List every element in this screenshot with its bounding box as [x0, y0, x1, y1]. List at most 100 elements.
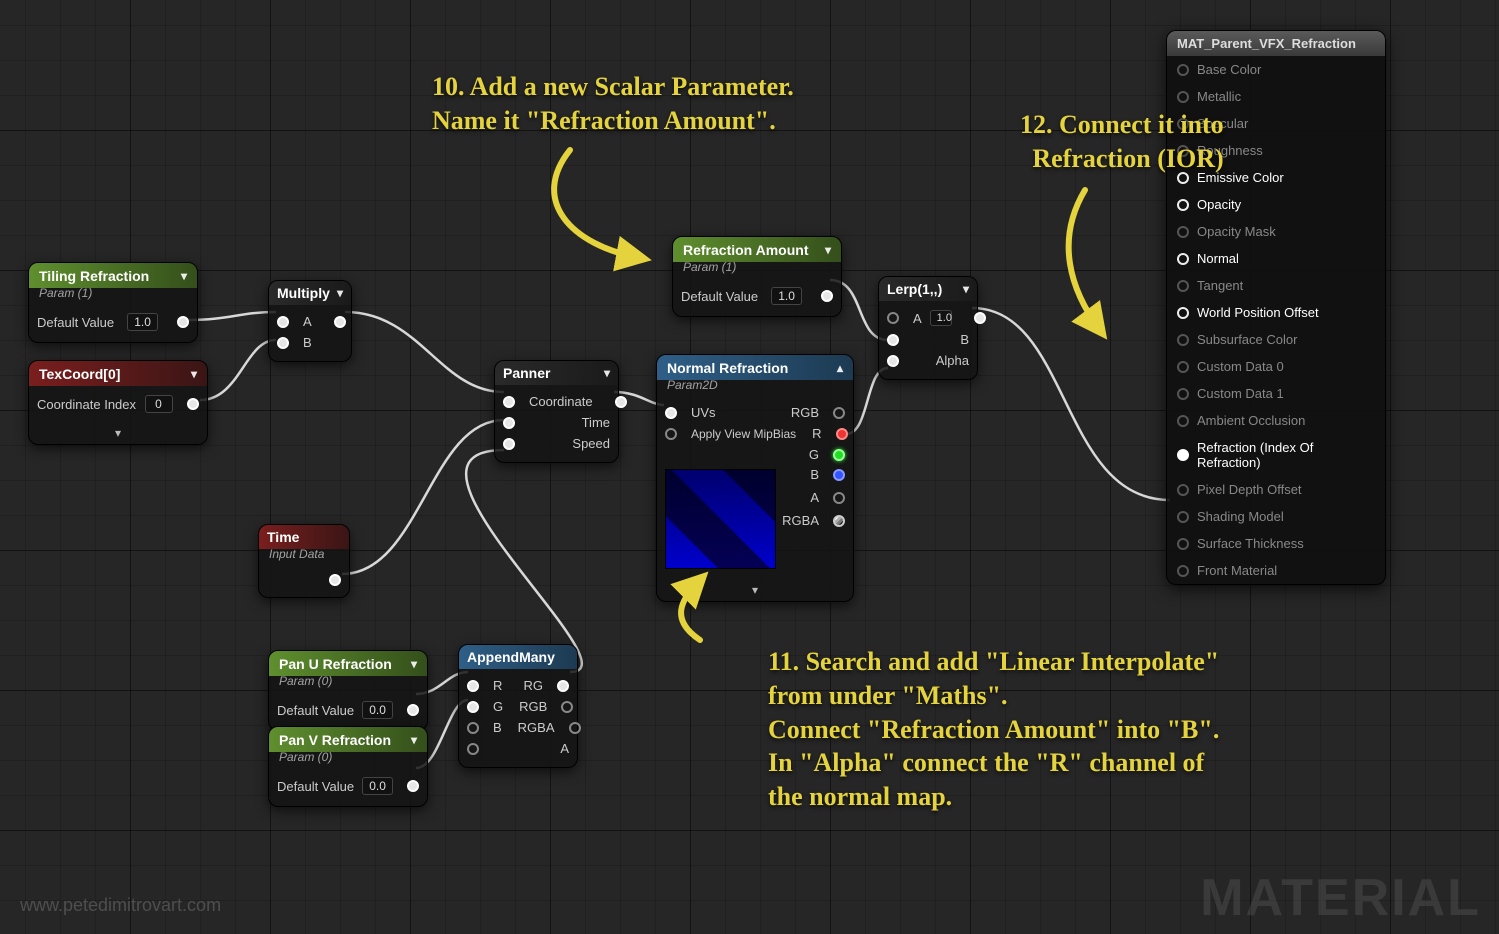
node-title: Lerp(1,,)	[887, 281, 942, 297]
output-pin[interactable]	[974, 312, 986, 324]
input-pin-coord[interactable]	[503, 396, 515, 408]
output-pin-rgba[interactable]	[569, 722, 581, 734]
node-panner[interactable]: Panner ▾ Coordinate Time Speed	[494, 360, 619, 463]
node-subtitle: Input Data	[259, 547, 349, 565]
material-output-panel[interactable]: MAT_Parent_VFX_Refraction Base ColorMeta…	[1166, 30, 1386, 585]
pin-label: Emissive Color	[1197, 170, 1284, 185]
input-pin-a[interactable]	[277, 316, 289, 328]
material-pin-emissive-color[interactable]: Emissive Color	[1167, 164, 1385, 191]
pin-icon[interactable]	[1177, 449, 1189, 461]
pin-label: Roughness	[1197, 143, 1263, 158]
material-pin-world-position-offset[interactable]: World Position Offset	[1167, 299, 1385, 326]
default-value-input[interactable]: 1.0	[771, 287, 802, 305]
node-title: TexCoord[0]	[39, 366, 120, 382]
node-appendmany[interactable]: AppendMany R RG G RGB B RGBA A	[458, 644, 578, 768]
pin-icon[interactable]	[1177, 253, 1189, 265]
output-pin[interactable]	[821, 290, 833, 302]
node-normal-refraction[interactable]: Normal Refraction ▴ Param2D UVs RGB Appl…	[656, 354, 854, 602]
material-pin-tangent: Tangent	[1167, 272, 1385, 299]
material-pin-custom-data-0: Custom Data 0	[1167, 353, 1385, 380]
chevron-down-icon[interactable]: ▾	[963, 282, 969, 296]
chevron-down-icon[interactable]: ▾	[181, 269, 187, 283]
output-pin-g[interactable]	[833, 449, 845, 461]
pin-label: Base Color	[1197, 62, 1261, 77]
node-multiply[interactable]: Multiply ▾ A B	[268, 280, 352, 362]
input-pin-mipbias[interactable]	[665, 428, 677, 440]
input-pin-alpha[interactable]	[887, 355, 899, 367]
label-alpha: Alpha	[936, 353, 969, 368]
input-pin-r[interactable]	[467, 680, 479, 692]
pin-label: Tangent	[1197, 278, 1243, 293]
node-time[interactable]: Time Input Data	[258, 524, 350, 598]
node-title: Panner	[503, 365, 550, 381]
input-pin-a[interactable]	[887, 312, 899, 324]
material-pin-opacity-mask: Opacity Mask	[1167, 218, 1385, 245]
expand-toggle[interactable]: ▾	[657, 581, 853, 601]
material-pin-opacity[interactable]: Opacity	[1167, 191, 1385, 218]
output-pin[interactable]	[407, 780, 419, 792]
material-pin-shading-model: Shading Model	[1167, 503, 1385, 530]
pin-icon[interactable]	[1177, 307, 1189, 319]
pin-icon	[1177, 280, 1189, 292]
a-value[interactable]: 1.0	[930, 310, 952, 326]
output-pin-rgb[interactable]	[561, 701, 573, 713]
input-pin-time[interactable]	[503, 417, 515, 429]
node-title: Pan V Refraction	[279, 732, 391, 748]
node-pan-v-refraction[interactable]: Pan V Refraction ▾ Param (0) Default Val…	[268, 726, 428, 807]
label-coord: Coordinate	[529, 394, 593, 409]
node-subtitle: Param2D	[657, 378, 853, 396]
input-pin-uvs[interactable]	[665, 407, 677, 419]
chevron-up-icon[interactable]: ▴	[837, 361, 843, 375]
output-pin[interactable]	[177, 316, 189, 328]
node-pan-u-refraction[interactable]: Pan U Refraction ▾ Param (0) Default Val…	[268, 650, 428, 731]
label-b: B	[493, 720, 502, 735]
input-pin-b[interactable]	[277, 337, 289, 349]
pin-icon[interactable]	[1177, 199, 1189, 211]
pin-icon[interactable]	[1177, 172, 1189, 184]
output-pin-r[interactable]	[836, 428, 848, 440]
output-pin-rg[interactable]	[557, 680, 569, 692]
output-pin-b[interactable]	[833, 469, 845, 481]
pin-label: Refraction (Index Of Refraction)	[1197, 440, 1375, 470]
pin-icon	[1177, 91, 1189, 103]
node-title: Pan U Refraction	[279, 656, 392, 672]
output-pin-rgb[interactable]	[833, 407, 845, 419]
default-value-input[interactable]: 0.0	[362, 701, 393, 719]
output-pin-a[interactable]	[833, 492, 845, 504]
input-pin-speed[interactable]	[503, 438, 515, 450]
output-pin[interactable]	[329, 574, 341, 586]
label-a: A	[303, 314, 312, 329]
node-refraction-amount[interactable]: Refraction Amount ▾ Param (1) Default Va…	[672, 236, 842, 317]
coord-index-input[interactable]: 0	[145, 395, 173, 413]
material-pin-normal[interactable]: Normal	[1167, 245, 1385, 272]
input-pin-g[interactable]	[467, 701, 479, 713]
pin-icon	[1177, 334, 1189, 346]
label-rgb: RGB	[519, 699, 547, 714]
chevron-down-icon[interactable]: ▾	[337, 286, 343, 300]
pin-label: Front Material	[1197, 563, 1277, 578]
input-pin-b[interactable]	[887, 334, 899, 346]
expand-toggle[interactable]: ▾	[29, 424, 207, 444]
input-pin-a[interactable]	[467, 743, 479, 755]
output-pin[interactable]	[407, 704, 419, 716]
input-pin-b[interactable]	[467, 722, 479, 734]
node-tiling-refraction[interactable]: Tiling Refraction ▾ Param (1) Default Va…	[28, 262, 198, 343]
chevron-down-icon[interactable]: ▾	[411, 657, 417, 671]
chevron-down-icon[interactable]: ▾	[411, 733, 417, 747]
node-texcoord[interactable]: TexCoord[0] ▾ Coordinate Index 0 ▾	[28, 360, 208, 445]
output-pin-rgba[interactable]	[833, 515, 845, 527]
chevron-down-icon[interactable]: ▾	[191, 367, 197, 381]
output-pin[interactable]	[615, 396, 627, 408]
chevron-down-icon[interactable]: ▾	[604, 366, 610, 380]
material-pin-refraction-index-of-refraction-[interactable]: Refraction (Index Of Refraction)	[1167, 434, 1385, 476]
node-lerp[interactable]: Lerp(1,,) ▾ A 1.0 B Alpha	[878, 276, 978, 380]
pin-label: Custom Data 0	[1197, 359, 1284, 374]
node-title: Tiling Refraction	[39, 268, 149, 284]
output-pin[interactable]	[187, 398, 199, 410]
label-r: R	[812, 426, 821, 441]
default-value-input[interactable]: 1.0	[127, 313, 158, 331]
default-value-input[interactable]: 0.0	[362, 777, 393, 795]
label-rg: RG	[524, 678, 544, 693]
output-pin[interactable]	[334, 316, 346, 328]
chevron-down-icon[interactable]: ▾	[825, 243, 831, 257]
